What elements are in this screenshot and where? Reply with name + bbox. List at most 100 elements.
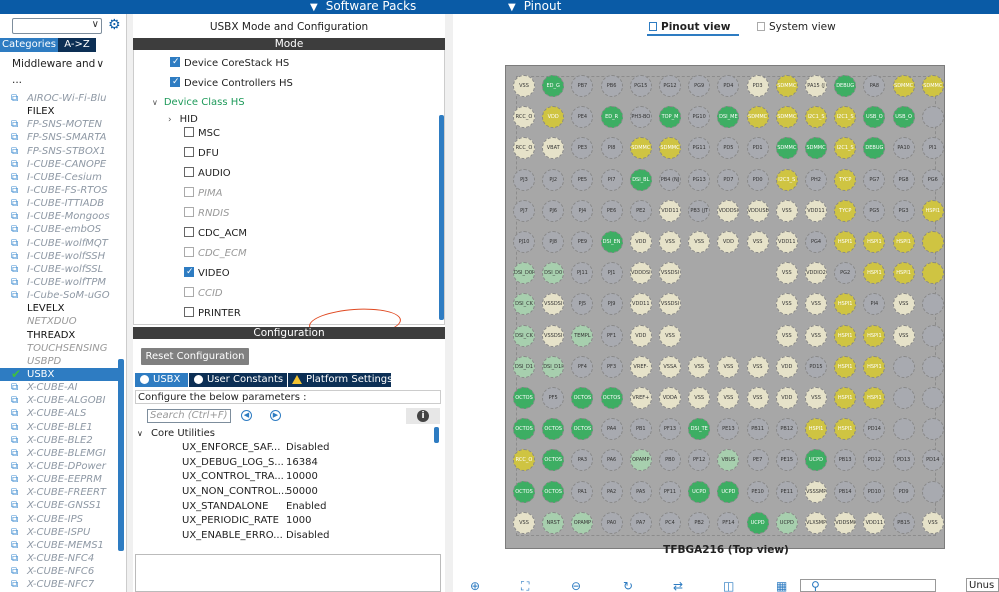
zoom-in-icon[interactable]: ⊕	[470, 580, 484, 592]
pin[interactable]: PJ2	[542, 168, 565, 191]
pin[interactable]: PE6	[600, 199, 623, 222]
param-row[interactable]: UX_PERIODIC_RATE 1000	[137, 514, 437, 529]
list-item[interactable]: FILEX	[0, 105, 118, 118]
pin[interactable]: ED_R	[600, 106, 623, 129]
pin[interactable]: PH3-BO	[629, 106, 652, 129]
rotate-icon[interactable]: ↻	[623, 580, 637, 592]
pin[interactable]	[892, 355, 915, 378]
pin[interactable]: DSI_CK	[513, 324, 535, 347]
pin[interactable]	[921, 387, 944, 409]
list-item[interactable]: ⧉ I-CUBE-Mongoos	[0, 210, 118, 223]
pin[interactable]: PD0	[746, 168, 769, 191]
flip-icon[interactable]: ⇄	[673, 580, 687, 592]
pin[interactable]: VDD11	[659, 199, 681, 222]
device-class-row[interactable]: CDC_ACM	[184, 227, 247, 241]
pin[interactable]: PA7	[629, 511, 652, 534]
pin[interactable]: DSI_D1	[513, 355, 535, 378]
pin[interactable]: PG15	[629, 75, 652, 97]
pin[interactable]	[921, 231, 944, 253]
pin[interactable]: VDD	[629, 231, 652, 253]
device-class-row[interactable]: PRINTER	[184, 307, 241, 321]
pin[interactable]: VREF+	[629, 387, 652, 409]
list-item[interactable]: ⧉ I-CUBE-wolfMQT	[0, 237, 118, 250]
pin[interactable]: VDDA	[659, 387, 681, 409]
pin[interactable]: PB4 (NJ	[659, 168, 681, 191]
pin[interactable]	[921, 480, 944, 503]
pin[interactable]: OCTOS	[542, 480, 565, 503]
list-item[interactable]: ⧉ FP-SNS-MOTEN	[0, 118, 118, 131]
pin[interactable]: VSS	[775, 199, 798, 222]
device-class-row[interactable]: DFU	[184, 147, 219, 161]
info-button[interactable]: i	[406, 408, 440, 424]
pin[interactable]: PA10	[892, 137, 915, 160]
pin[interactable]: PD3	[746, 75, 769, 97]
list-item[interactable]: ⧉ FP-SNS-SMARTA	[0, 131, 118, 144]
pin[interactable]: HSPI1	[892, 262, 915, 285]
list-item[interactable]: ⧉ I-CUBE-ITTIADB	[0, 197, 118, 210]
pin[interactable]: TEMPL	[571, 324, 594, 347]
list-item[interactable]: ⧉ I-Cube-SoM-uGO	[0, 289, 118, 302]
pin[interactable]: OCTOS	[513, 387, 535, 409]
panel-divider[interactable]	[445, 14, 453, 592]
tab-user-constants[interactable]: User Constants	[189, 373, 287, 387]
pin[interactable]: HSPI1	[921, 199, 944, 222]
pin[interactable]: VSS	[746, 231, 769, 253]
chevron-down-icon[interactable]: ∨	[137, 427, 151, 441]
search-next-icon[interactable]: ▶	[270, 410, 281, 421]
component-list-scrollbar[interactable]	[118, 359, 124, 551]
list-item[interactable]: ⧉ X-CUBE-NFC6	[0, 565, 118, 578]
param-row[interactable]: UX_NON_CONTROL... 50000	[137, 485, 437, 500]
hid-group[interactable]: › HID	[168, 113, 198, 127]
device-class-checkbox[interactable]	[184, 307, 194, 317]
pin[interactable]: PJ6	[542, 199, 565, 222]
pin[interactable]: SDMMC	[746, 106, 769, 129]
pin[interactable]: VSS	[746, 355, 769, 378]
pin[interactable]	[921, 106, 944, 129]
pin[interactable]: DSI_EN	[600, 231, 623, 253]
list-item[interactable]: ⧉ X-CUBE-IPS	[0, 513, 118, 526]
pin[interactable]: PI8	[600, 137, 623, 160]
pin[interactable]: PD1	[746, 137, 769, 160]
pin[interactable]: VSS	[746, 387, 769, 409]
list-item[interactable]: ⧉ X-CUBE-BLE2	[0, 434, 118, 447]
param-search-input[interactable]: Search (Ctrl+F)	[147, 409, 231, 423]
device-class-checkbox[interactable]	[184, 265, 194, 279]
pin[interactable]: PI1	[921, 137, 944, 160]
pin[interactable]: PI7	[600, 168, 623, 191]
pin[interactable]: PJ7	[513, 199, 535, 222]
list-item[interactable]: ⧉ X-CUBE-ALS	[0, 407, 118, 420]
pin[interactable]: PB14	[834, 480, 857, 503]
pin[interactable]: VDDSMPS	[834, 511, 857, 534]
pin[interactable]: PB11	[746, 418, 769, 441]
pin[interactable]: PE2	[629, 199, 652, 222]
device-controllers-row[interactable]: Device Controllers HS	[170, 75, 293, 91]
pin[interactable]: VDD11	[775, 231, 798, 253]
pin[interactable]: PA1	[571, 480, 594, 503]
pin[interactable]: OCTOS	[600, 387, 623, 409]
list-item[interactable]: ⧉ AIROC-Wi-Fi-Blu	[0, 92, 118, 105]
pin[interactable]: OCTOS	[513, 480, 535, 503]
param-value[interactable]: 10000	[286, 470, 318, 485]
pin[interactable]: HSPI1	[892, 231, 915, 253]
search-prev-icon[interactable]: ◀	[241, 410, 252, 421]
pin[interactable]: PG8	[892, 168, 915, 191]
list-item[interactable]: LEVELX	[0, 302, 118, 315]
device-class-row[interactable]: MSC	[184, 127, 220, 141]
grid-icon[interactable]: ▦	[776, 580, 790, 592]
list-item[interactable]: ⧉ I-CUBE-wolfSSL	[0, 263, 118, 276]
pin[interactable]: VSS	[513, 511, 535, 534]
pin-search-combo[interactable]	[800, 579, 936, 592]
pin[interactable]: PF3	[600, 355, 623, 378]
list-item[interactable]: ⧉ I-CUBE-FS-RTOS	[0, 184, 118, 197]
pin[interactable]: NRST	[542, 511, 565, 534]
list-item[interactable]: ✔ USBX	[0, 367, 118, 382]
pin[interactable]: VSS	[892, 293, 915, 316]
pin[interactable]: SDMMC	[892, 75, 915, 97]
param-value[interactable]: Disabled	[286, 441, 329, 456]
param-value[interactable]: 16384	[286, 456, 318, 471]
pin[interactable]: VSS	[805, 324, 827, 347]
param-value[interactable]: Enabled	[286, 500, 326, 515]
param-row[interactable]: UX_ENFORCE_SAF... Disabled	[137, 441, 437, 456]
pin[interactable]: DSI_D1P	[542, 355, 565, 378]
pin[interactable]: UCPD	[688, 480, 711, 503]
